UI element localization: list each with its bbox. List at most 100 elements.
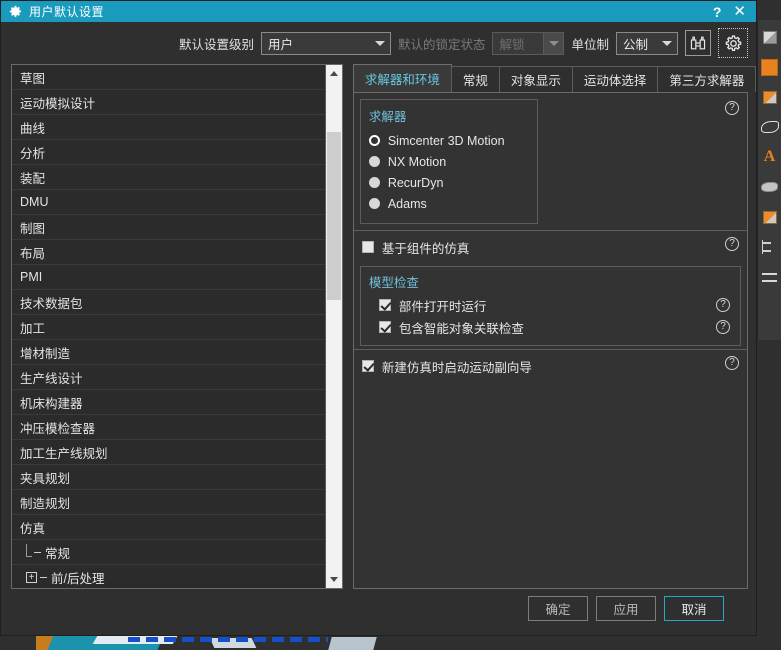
dialog-title: 用户默认设置: [29, 5, 105, 19]
orange-cube-icon[interactable]: [759, 82, 781, 112]
ok-button[interactable]: 确定: [528, 595, 588, 621]
scroll-down-icon[interactable]: [325, 571, 342, 588]
tab-3[interactable]: 运动体选择: [571, 66, 659, 92]
tree-item[interactable]: 曲线: [12, 115, 325, 140]
find-button[interactable]: [685, 30, 711, 56]
orange-square-icon[interactable]: [759, 52, 781, 82]
solver-option-row[interactable]: RecurDyn: [368, 172, 529, 193]
solver-option-row[interactable]: NX Motion: [368, 151, 529, 172]
tab-4[interactable]: 第三方求解器: [657, 66, 757, 92]
tree-item[interactable]: 草图: [12, 65, 325, 90]
titlebar-buttons: ? ✕: [713, 4, 752, 20]
tree-item[interactable]: 加工: [12, 315, 325, 340]
expand-icon[interactable]: +: [26, 571, 37, 583]
model-check-row[interactable]: 部件打开时运行?: [369, 294, 732, 316]
close-button[interactable]: ✕: [733, 4, 746, 19]
help-button[interactable]: ?: [713, 4, 722, 20]
help-icon[interactable]: ?: [716, 320, 730, 334]
model-check-checkbox[interactable]: [378, 321, 391, 333]
tree-item[interactable]: 制造规划: [12, 490, 325, 515]
tree-item-label: 运动模拟设计: [20, 96, 96, 111]
tab-2[interactable]: 对象显示: [498, 66, 573, 92]
tree-item[interactable]: 增材制造: [12, 340, 325, 365]
application-root: A 用户默认设置 ? ✕ 默认设置级别 用户 默认的锁定状态 解锁 单位制 公制…: [0, 0, 781, 650]
tree-item[interactable]: 技术数据包: [12, 290, 325, 315]
tab-1[interactable]: 常规: [450, 66, 500, 92]
wizard-checkbox-row[interactable]: 新建仿真时启动运动副向导: [354, 355, 747, 377]
scrollbar-thumb[interactable]: [326, 132, 341, 300]
annotation-a-icon[interactable]: A: [759, 142, 781, 172]
dialog-titlebar: 用户默认设置 ? ✕: [1, 1, 756, 22]
curve-icon[interactable]: [759, 112, 781, 142]
tab-strip: 求解器和环境 常规 对象显示 运动体选择 第三方求解器: [352, 64, 757, 92]
solver-option-row[interactable]: Adams: [368, 193, 529, 214]
binoculars-icon: [690, 36, 706, 50]
radio-unselected-icon[interactable]: [368, 177, 380, 188]
settings-content-panel: 求解器和环境 常规 对象显示 运动体选择 第三方求解器 求解器 Simcenter 3D…: [352, 64, 757, 589]
settings-button[interactable]: [718, 28, 748, 58]
tree-indent-guides: [18, 544, 43, 560]
tree-item-label: 分析: [20, 146, 46, 161]
wizard-checkbox[interactable]: [361, 360, 374, 372]
units-combobox[interactable]: 公制: [616, 31, 678, 55]
tree-item[interactable]: 制图: [12, 215, 325, 240]
tree-item[interactable]: 冲压模检查器: [12, 415, 325, 440]
tree-scrollbar[interactable]: [324, 65, 342, 588]
component-sim-checkbox-row[interactable]: 基于组件的仿真: [354, 236, 747, 258]
radio-unselected-icon[interactable]: [368, 198, 380, 209]
settings-tree[interactable]: 草图运动模拟设计 曲线分析装配 DMU 制图布局 PMI 技术数据包加工增材制造 生产线设计…: [12, 65, 325, 588]
solver-radio-group[interactable]: Simcenter 3D Motion NX Motion RecurDyn Adam…: [368, 130, 529, 214]
radio-unselected-icon[interactable]: [368, 156, 380, 167]
tree-item[interactable]: 运动模拟设计: [12, 90, 325, 115]
tree-item[interactable]: 机床构建器: [12, 390, 325, 415]
cancel-button[interactable]: 取消: [664, 595, 724, 621]
tree-item[interactable]: 加工生产线规划: [12, 440, 325, 465]
menu-bars-icon[interactable]: [759, 262, 781, 292]
component-sim-checkbox[interactable]: [361, 241, 374, 253]
tree-item[interactable]: 生产线设计: [12, 365, 325, 390]
tree-item[interactable]: DMU: [12, 190, 325, 215]
wizard-section: 新建仿真时启动运动副向导 ?: [353, 349, 747, 382]
scrollbar-track[interactable]: [325, 82, 342, 571]
chevron-down-icon: [657, 40, 677, 46]
cube-icon[interactable]: [759, 22, 781, 52]
component-simulation-section: 基于组件的仿真 ?: [354, 231, 747, 263]
lock-state-label: 默认的锁定状态: [397, 37, 486, 52]
tree-item[interactable]: PMI: [12, 265, 325, 290]
solver-option-row[interactable]: Simcenter 3D Motion: [368, 130, 529, 151]
tree-item[interactable]: 常规: [12, 540, 325, 565]
dialog-body: 草图运动模拟设计 曲线分析装配 DMU 制图布局 PMI 技术数据包加工增材制造 生产线设计…: [1, 64, 757, 589]
tree-item-label: 技术数据包: [20, 296, 83, 311]
bg-light-shape-3: [328, 637, 377, 650]
model-check-checkbox[interactable]: [378, 299, 391, 311]
tree-item-label: 制图: [20, 221, 46, 236]
tree-item[interactable]: 分析: [12, 140, 325, 165]
radio-selected-icon[interactable]: [368, 135, 380, 146]
model-check-label: 包含智能对象关联检查: [398, 321, 524, 336]
help-icon[interactable]: ?: [725, 237, 739, 251]
defaults-level-combobox[interactable]: 用户: [260, 31, 391, 55]
surface-icon[interactable]: [759, 172, 781, 202]
tree-item-label: 加工: [20, 321, 46, 336]
solver-section: 求解器 Simcenter 3D Motion NX Motion RecurDyn…: [353, 93, 747, 231]
tree-item[interactable]: 布局: [12, 240, 325, 265]
tree-item[interactable]: 夹具规划: [12, 465, 325, 490]
help-icon[interactable]: ?: [725, 356, 739, 370]
tree-item[interactable]: 仿真: [12, 515, 325, 540]
tab-0[interactable]: 求解器和环境: [352, 64, 452, 92]
structure-tree-icon[interactable]: [759, 232, 781, 262]
help-icon[interactable]: ?: [716, 298, 730, 312]
tree-item[interactable]: + 前/后处理: [12, 565, 325, 588]
tree-item-label: 曲线: [20, 121, 46, 136]
apply-button[interactable]: 应用: [596, 595, 656, 621]
assembly-cube-icon[interactable]: [759, 202, 781, 232]
scroll-up-icon[interactable]: [325, 65, 342, 82]
model-check-title: 模型检查: [368, 276, 419, 290]
chevron-down-icon: [543, 32, 564, 54]
help-icon[interactable]: ?: [725, 101, 739, 115]
tree-item-label: 装配: [20, 171, 46, 186]
tree-item[interactable]: 装配: [12, 165, 325, 190]
settings-tree-panel: 草图运动模拟设计 曲线分析装配 DMU 制图布局 PMI 技术数据包加工增材制造 生产线设计…: [11, 64, 343, 589]
model-check-row[interactable]: 包含智能对象关联检查?: [369, 316, 732, 338]
tree-branch-line: [26, 544, 32, 557]
